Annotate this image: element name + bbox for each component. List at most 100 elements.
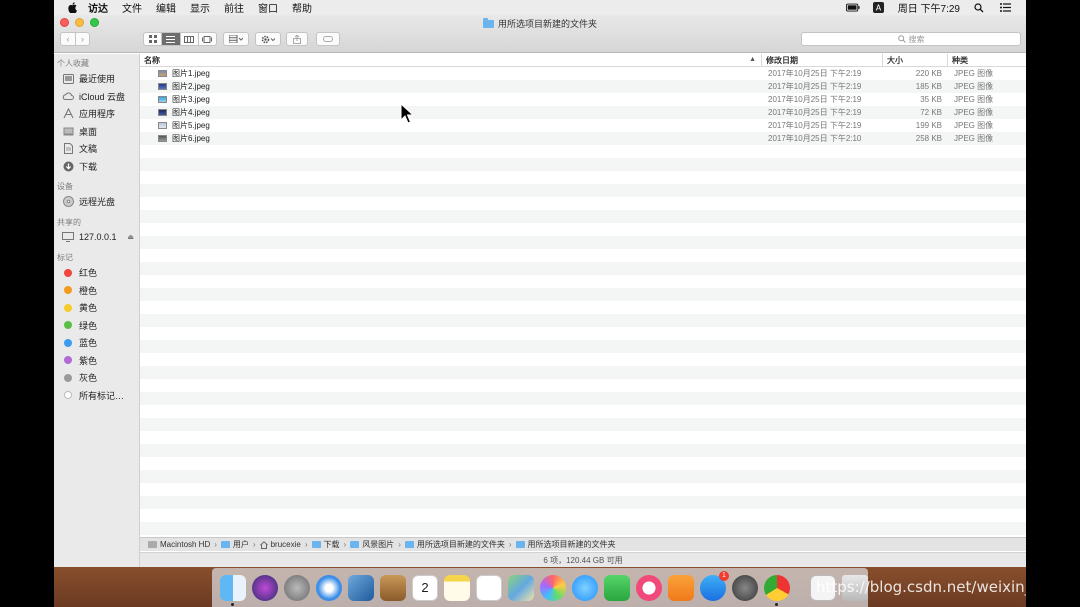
column-view-button[interactable] (179, 33, 198, 45)
path-item-landscape[interactable]: 风景图片 (350, 539, 394, 550)
forward-button[interactable]: › (74, 33, 89, 45)
home-icon (259, 540, 268, 549)
sidebar-item-recents[interactable]: 最近使用 (54, 70, 139, 88)
path-item-downloads[interactable]: 下载 (311, 539, 340, 550)
path-item-label: 下载 (323, 540, 340, 549)
path-separator-icon: › (398, 540, 401, 549)
sidebar-tag-green[interactable]: 绿色 (54, 317, 139, 335)
letterbox-left (0, 0, 54, 607)
sidebar-tag-orange[interactable]: 橙色 (54, 282, 139, 300)
apple-menu-icon[interactable] (66, 2, 78, 14)
share-button[interactable] (286, 32, 308, 46)
jpeg-thumbnail-icon (158, 122, 167, 129)
file-name: 图片6.jpeg (172, 134, 210, 143)
path-item-home[interactable]: brucexie (259, 540, 301, 549)
folder-icon (350, 541, 360, 548)
dock-facetime-icon[interactable] (604, 574, 630, 601)
dock-contacts-icon[interactable] (380, 574, 406, 601)
notification-center-icon[interactable] (998, 3, 1012, 13)
menu-app-finder[interactable]: 访达 (88, 0, 108, 15)
file-date: 2017年10月25日 下午2:10 (768, 134, 862, 143)
eject-icon[interactable]: ⏏ (127, 233, 134, 241)
column-header-date[interactable]: 修改日期 (762, 54, 883, 67)
file-date: 2017年10月25日 下午2:19 (768, 108, 862, 117)
tag-color-dot (64, 286, 72, 295)
file-row[interactable]: 图片6.jpeg 2017年10月25日 下午2:10 258 KB JPEG … (140, 132, 1026, 145)
column-header-name[interactable]: 名称 ▲ (140, 54, 762, 67)
dock-books-icon[interactable] (668, 574, 694, 601)
tags-button[interactable] (316, 32, 340, 46)
dock-reminders-icon[interactable] (476, 574, 502, 601)
search-field[interactable]: 搜索 (801, 32, 1021, 46)
dock-mail-icon[interactable] (348, 574, 374, 601)
group-by-button[interactable] (223, 32, 249, 46)
file-row[interactable]: 图片3.jpeg 2017年10月25日 下午2:19 35 KB JPEG 图… (140, 93, 1026, 106)
share-icon (293, 34, 301, 44)
dock-notes-icon[interactable] (444, 574, 470, 601)
tag-color-dot (64, 356, 72, 365)
list-view-button[interactable] (161, 33, 180, 45)
dock-system-preferences-icon[interactable] (732, 574, 758, 601)
dock-maps-icon[interactable] (508, 574, 534, 601)
sidebar-item-label: 远程光盘 (79, 197, 116, 208)
input-method-icon[interactable]: A (872, 2, 886, 13)
sidebar-item-label: 紫色 (79, 355, 98, 366)
column-header-kind[interactable]: 种类 (948, 54, 1026, 67)
path-item-current[interactable]: 用所选项目新建的文件夹 (515, 539, 616, 550)
path-item-new-folder[interactable]: 用所选项目新建的文件夹 (404, 539, 505, 550)
sidebar-item-server[interactable]: 127.0.0.1 ⏏ (54, 229, 139, 247)
sidebar-item-desktop[interactable]: 桌面 (54, 123, 139, 141)
sidebar-item-icloud-drive[interactable]: iCloud 云盘 (54, 88, 139, 106)
icon-view-button[interactable] (144, 33, 161, 45)
dock-app-store-icon[interactable]: 1 (700, 570, 729, 601)
dock-photos-icon[interactable] (540, 574, 566, 601)
gear-icon (261, 35, 275, 43)
path-item-users[interactable]: 用户 (220, 539, 249, 550)
sidebar-item-label: 文稿 (79, 144, 98, 155)
sidebar-tag-yellow[interactable]: 黄色 (54, 299, 139, 317)
sidebar-tag-all[interactable]: 所有标记… (54, 387, 139, 405)
gallery-view-button[interactable] (197, 33, 216, 45)
dock-safari-icon[interactable] (316, 574, 342, 601)
menu-go[interactable]: 前往 (224, 0, 244, 15)
action-menu-button[interactable] (255, 32, 281, 46)
back-button[interactable]: ‹ (61, 33, 75, 45)
dock-finder-icon[interactable] (220, 574, 246, 606)
file-row[interactable]: 图片2.jpeg 2017年10月25日 下午2:19 185 KB JPEG … (140, 80, 1026, 93)
sidebar-tag-blue[interactable]: 蓝色 (54, 334, 139, 352)
dock-siri-icon[interactable] (252, 574, 278, 601)
file-kind: JPEG 图像 (954, 121, 994, 130)
sidebar-item-downloads[interactable]: 下载 (54, 158, 139, 176)
window-title: 用所选项目新建的文件夹 (54, 17, 1026, 30)
battery-icon[interactable] (845, 3, 860, 13)
dock-messages-icon[interactable] (572, 574, 598, 601)
path-item-disk[interactable]: Macintosh HD (148, 540, 210, 549)
list-view-icon (166, 35, 176, 43)
dock-chrome-icon[interactable] (764, 574, 790, 606)
sidebar-item-label: 所有标记… (79, 390, 125, 401)
menu-window[interactable]: 窗口 (258, 0, 278, 15)
menu-view[interactable]: 显示 (190, 0, 210, 15)
file-row[interactable]: 图片5.jpeg 2017年10月25日 下午2:19 199 KB JPEG … (140, 119, 1026, 132)
menu-file[interactable]: 文件 (122, 0, 142, 15)
file-row[interactable]: 图片4.jpeg 2017年10月25日 下午2:19 72 KB JPEG 图… (140, 106, 1026, 119)
sidebar-tag-gray[interactable]: 灰色 (54, 369, 139, 387)
sidebar-item-remote-disc[interactable]: 远程光盘 (54, 193, 139, 211)
menubar-clock[interactable]: 周日 下午7:29 (898, 0, 960, 15)
file-row[interactable]: 图片1.jpeg 2017年10月25日 下午2:19 220 KB JPEG … (140, 67, 1026, 80)
title-bar: 用所选项目新建的文件夹 ‹ › 搜索 (54, 15, 1026, 53)
path-separator-icon: › (304, 540, 308, 549)
menu-edit[interactable]: 编辑 (156, 0, 176, 15)
spotlight-search-icon[interactable] (972, 2, 986, 13)
dock-launchpad-icon[interactable] (284, 574, 310, 601)
dock-music-icon[interactable] (636, 574, 662, 601)
sidebar-tag-red[interactable]: 红色 (54, 264, 139, 282)
sidebar-item-applications[interactable]: 应用程序 (54, 105, 139, 123)
file-name: 图片5.jpeg (172, 121, 210, 130)
menu-help[interactable]: 帮助 (292, 0, 312, 15)
column-header-size[interactable]: 大小 (883, 54, 948, 67)
dock-calendar-icon[interactable]: 2 (412, 574, 438, 601)
notification-badge: 1 (719, 570, 729, 581)
sidebar-item-documents[interactable]: 文稿 (54, 140, 139, 158)
sidebar-tag-purple[interactable]: 紫色 (54, 352, 139, 370)
